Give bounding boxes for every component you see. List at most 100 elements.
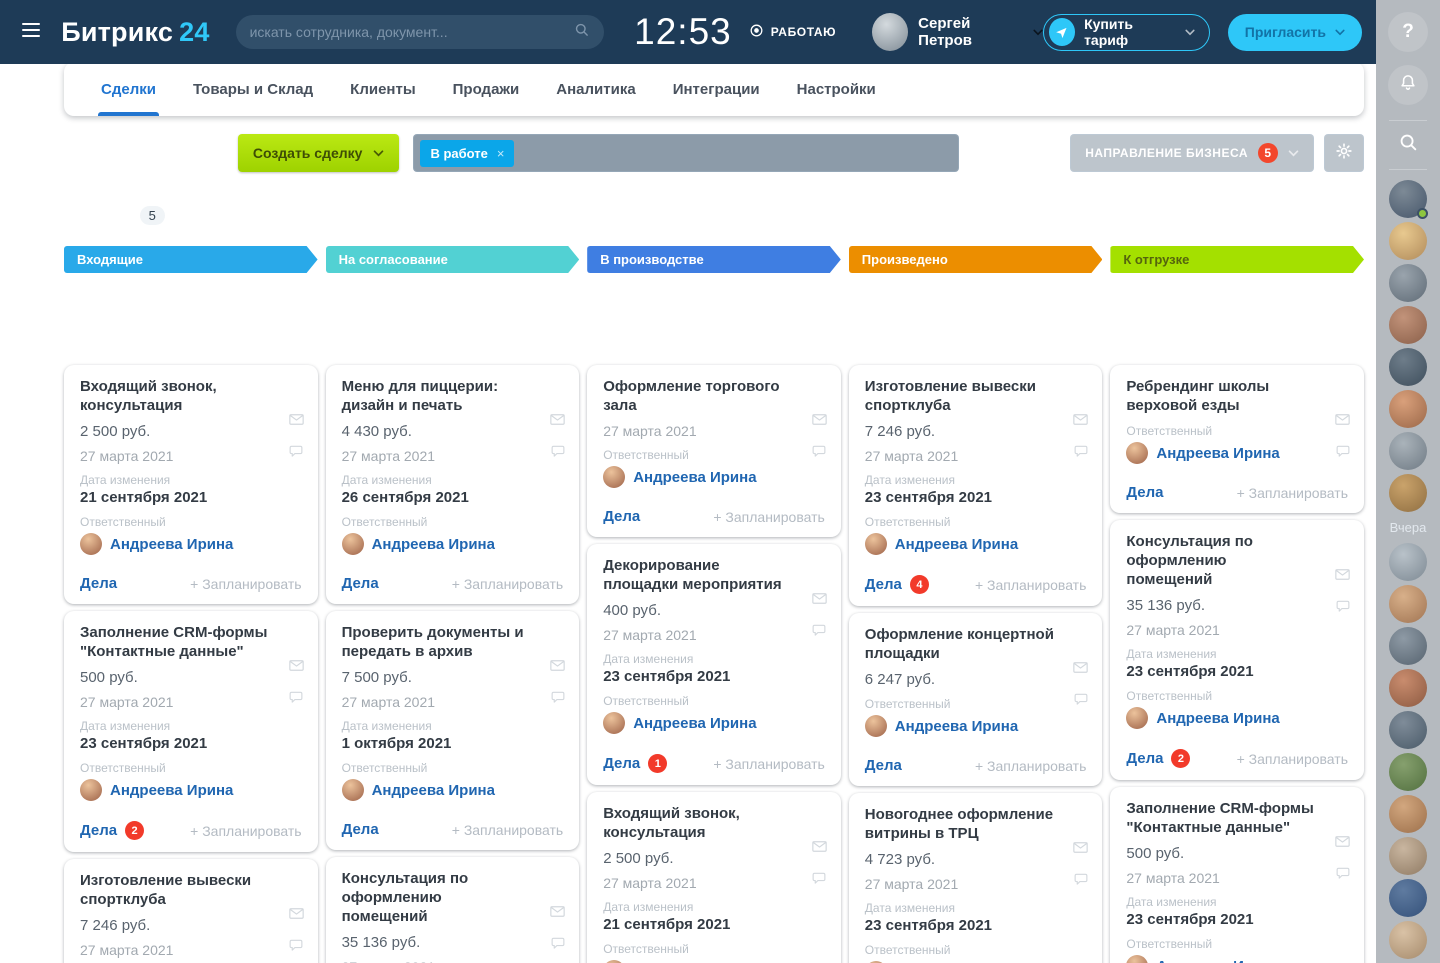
sidebar-item-tasks[interactable] [14,322,50,357]
tab-интеграции[interactable]: Интеграции [673,62,760,116]
sidebar-item-cart[interactable] [14,357,50,392]
invite-button[interactable]: Пригласить [1228,14,1362,51]
phone-icon[interactable] [1071,626,1090,645]
plan-activity-link[interactable]: + Запланировать [452,822,563,838]
deals-link[interactable]: Дела2 [1126,749,1190,768]
phone-icon[interactable] [548,870,567,889]
plan-activity-link[interactable]: + Запланировать [713,509,824,525]
view-tab-календарь[interactable]: Календарь [1288,207,1364,224]
comment-icon[interactable] [1334,597,1352,615]
sidebar-item-calendar[interactable] [14,462,50,497]
comment-icon[interactable] [810,869,828,887]
plan-activity-link[interactable]: + Запланировать [1237,485,1348,501]
sidebar-item-desktop[interactable] [14,729,50,764]
plan-activity-link[interactable]: + Запланировать [975,758,1086,774]
coworker-avatar[interactable] [1389,348,1427,386]
deals-link[interactable]: Дела [80,575,117,592]
phone-icon[interactable] [1333,800,1352,819]
mail-icon[interactable] [287,904,306,923]
comment-icon[interactable] [287,442,305,460]
phone-icon[interactable] [548,624,567,643]
mail-icon[interactable] [548,656,567,675]
comment-icon[interactable] [1072,690,1090,708]
deal-card[interactable]: Декорирование площадки мероприятия400 ру… [587,544,841,785]
deals-link[interactable]: Дела1 [603,754,667,773]
plan-activity-link[interactable]: + Запланировать [975,577,1086,593]
coworker-avatar[interactable] [1389,222,1427,260]
comment-icon[interactable] [287,936,305,954]
responsible-name-link[interactable]: Андреева Ирина [895,718,1018,735]
app-logo[interactable]: Битрикс24 [61,17,209,48]
sidebar-item-sync[interactable] [14,287,50,322]
plan-activity-link[interactable]: + Запланировать [452,576,563,592]
phone-icon[interactable] [548,378,567,397]
column-header[interactable]: К отгрузке [1110,246,1364,273]
sidebar-item-settings-gear[interactable] [14,659,50,694]
coworker-avatar[interactable] [1389,669,1427,707]
business-direction-select[interactable]: НАПРАВЛЕНИЕ БИЗНЕСА 5 [1070,134,1314,172]
deal-card[interactable]: Изготовление вывески спортклуба7 246 руб… [64,859,318,963]
coworker-avatar[interactable] [1389,627,1427,665]
sidebar-item-add-plus[interactable] [14,786,50,821]
search-icon[interactable] [1397,131,1419,158]
global-search[interactable] [236,15,605,49]
coworker-avatar[interactable] [1389,474,1427,512]
comment-icon[interactable] [1334,864,1352,882]
plan-activity-link[interactable]: + Запланировать [190,823,301,839]
sidebar-item-messenger[interactable] [14,427,50,462]
deal-card[interactable]: Изготовление вывески спортклуба7 246 руб… [849,365,1103,606]
buy-tariff-button[interactable]: Купить тариф [1043,14,1210,51]
comment-icon[interactable] [1072,870,1090,888]
deals-link[interactable]: Дела4 [865,575,929,594]
sidebar-item-mobile[interactable] [14,694,50,729]
deal-card[interactable]: Проверить документы и передать в архив7 … [326,611,580,850]
robots-button[interactable]: Роботы [1024,200,1107,231]
mail-icon[interactable] [548,410,567,429]
sidebar-item-browser-window[interactable] [14,77,50,112]
mail-icon[interactable] [287,410,306,429]
coworker-avatar[interactable] [1389,180,1427,218]
help-button[interactable]: ? [1388,12,1428,52]
sidebar-item-filter-funnel[interactable] [14,111,50,147]
mail-icon[interactable] [1333,565,1352,584]
deals-link[interactable]: Дела [865,757,902,774]
deals-link[interactable]: Дела [603,508,640,525]
deal-card[interactable]: Новогоднее оформление витрины в ТРЦ4 723… [849,793,1103,963]
column-header[interactable]: Произведено [849,246,1103,273]
mail-icon[interactable] [1333,832,1352,851]
column-header[interactable]: На согласование [326,246,580,273]
plan-activity-link[interactable]: + Запланировать [190,576,301,592]
phone-icon[interactable] [810,805,829,824]
comment-icon[interactable] [549,442,567,460]
responsible-name-link[interactable]: Андреева Ирина [110,782,233,799]
create-deal-button[interactable]: Создать сделку [238,134,400,172]
sidebar-item-widgets-grid[interactable] [14,147,50,182]
deal-card[interactable]: Оформление концертной площадки6 247 руб.… [849,613,1103,786]
sidebar-item-flask[interactable] [14,532,50,567]
favorite-star-icon[interactable] [190,143,211,164]
responsible-name-link[interactable]: Андреева Ирина [1156,710,1279,727]
add-deal-button[interactable]: + [589,327,839,357]
mail-icon[interactable] [1333,410,1352,429]
column-header[interactable]: Входящие [64,246,318,273]
mail-icon[interactable] [810,837,829,856]
mail-icon[interactable] [287,656,306,675]
board-settings-button[interactable] [1324,134,1364,172]
sidebar-item-share[interactable] [14,624,50,659]
phone-icon[interactable] [1333,378,1352,397]
tab-продажи[interactable]: Продажи [453,62,520,116]
comment-icon[interactable] [810,621,828,639]
work-timer[interactable]: 12:53 [634,11,732,53]
extensions-button[interactable]: Расширения [866,200,1012,231]
view-tab-список[interactable]: Список [1211,207,1261,224]
tab-аналитика[interactable]: Аналитика [556,62,635,116]
deals-link[interactable]: Дела [342,575,379,592]
sidebar-item-collapse-up[interactable] [14,589,50,624]
mail-icon[interactable] [548,902,567,921]
deals-link[interactable]: Дела [1126,484,1163,501]
responsible-name-link[interactable]: Андреева Ирина [1156,958,1279,963]
deal-card[interactable]: Заполнение CRM-формы "Контактные данные"… [64,611,318,852]
notifications-button[interactable] [1388,65,1428,105]
phone-icon[interactable] [1071,378,1090,397]
coworker-avatar[interactable] [1389,390,1427,428]
